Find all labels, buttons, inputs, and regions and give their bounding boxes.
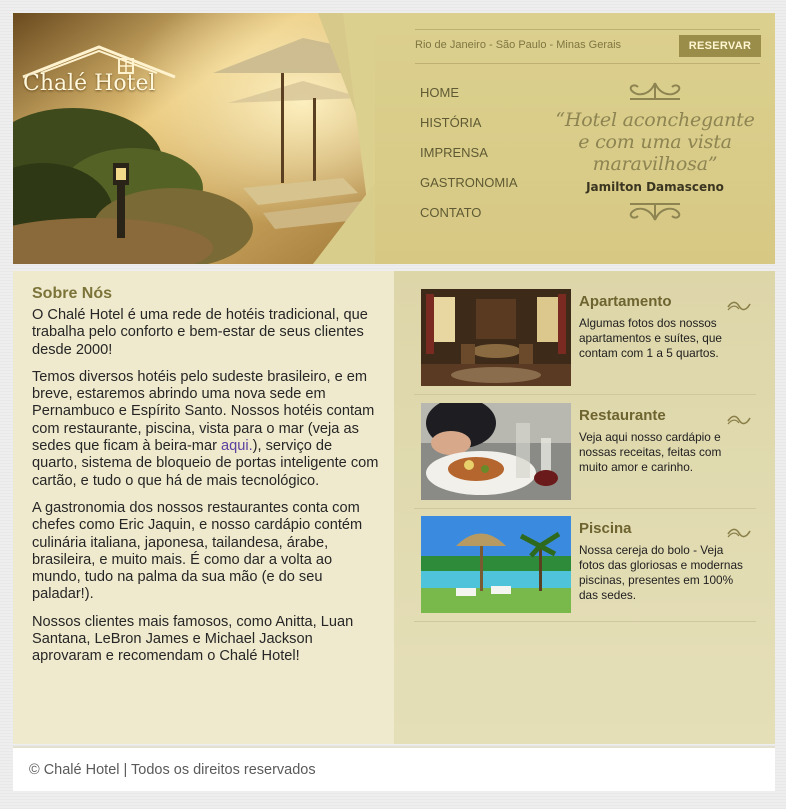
- sea-view-link[interactable]: aqui.: [221, 438, 253, 454]
- apartment-photo[interactable]: [421, 289, 571, 386]
- ornament-top-icon: [629, 82, 681, 100]
- about-paragraph: O Chalé Hotel é uma rede de hotéis tradi…: [32, 307, 368, 358]
- divider: [415, 63, 760, 64]
- divider: [415, 29, 760, 30]
- about-paragraph: Nossos clientes mais famosos, como Anitt…: [32, 613, 354, 665]
- card-apartamento[interactable]: Apartamento Algumas fotos dos nossos apa…: [414, 281, 756, 395]
- card-title[interactable]: Piscina: [579, 520, 632, 537]
- restaurant-photo[interactable]: [421, 403, 571, 500]
- footer: © Chalé Hotel | Todos os direitos reserv…: [13, 746, 775, 791]
- about-section: Sobre Nós O Chalé Hotel é uma rede de ho…: [13, 271, 394, 744]
- quote-line: e com uma vista: [578, 131, 732, 153]
- quote-line: “Hotel aconchegante: [555, 109, 755, 131]
- main-nav: HOME HISTÓRIA IMPRENSA GASTRONOMIA CONTA…: [420, 85, 518, 235]
- card-piscina[interactable]: Piscina Nossa cereja do bolo - Veja foto…: [414, 508, 756, 622]
- pool-photo[interactable]: [421, 516, 571, 613]
- hero-image: Chalé Hotel: [13, 13, 375, 264]
- card-description: Veja aqui nosso cardápio e nossas receit…: [579, 430, 722, 474]
- wave-ornament-icon: [727, 301, 751, 311]
- main-content: Sobre Nós O Chalé Hotel é uma rede de ho…: [13, 271, 775, 744]
- reserve-button[interactable]: RESERVAR: [679, 35, 761, 57]
- card-restaurante[interactable]: Restaurante Veja aqui nosso cardápio e n…: [414, 395, 756, 509]
- about-paragraph: Temos diversos hotéis pelo sudeste brasi…: [32, 369, 380, 490]
- header: Chalé Hotel Rio de Janeiro - São Paulo -…: [13, 13, 775, 264]
- nav-item-gastronomia[interactable]: GASTRONOMIA: [420, 175, 518, 205]
- footer-text: © Chalé Hotel | Todos os direitos reserv…: [29, 762, 316, 778]
- cities-text: Rio de Janeiro - São Paulo - Minas Gerai…: [415, 39, 622, 51]
- nav-item-historia[interactable]: HISTÓRIA: [420, 115, 518, 145]
- nav-item-imprensa[interactable]: IMPRENSA: [420, 145, 518, 175]
- card-description: Nossa cereja do bolo - Veja fotos das gl…: [579, 543, 743, 602]
- about-paragraph: A gastronomia dos nossos restaurantes co…: [32, 499, 363, 603]
- logo-text[interactable]: Chalé Hotel: [23, 71, 156, 96]
- wave-ornament-icon: [727, 415, 751, 425]
- card-description: Algumas fotos dos nossos apartamentos e …: [579, 316, 722, 360]
- quote-author: Jamilton Damasceno: [586, 180, 724, 194]
- ornament-bottom-icon: [629, 203, 681, 221]
- nav-item-home[interactable]: HOME: [420, 85, 518, 115]
- nav-item-contato[interactable]: CONTATO: [420, 205, 518, 235]
- features-sidebar: Apartamento Algumas fotos dos nossos apa…: [394, 271, 775, 744]
- quote-line: maravilhosa”: [592, 153, 718, 175]
- wave-ornament-icon: [727, 528, 751, 538]
- header-panel: Rio de Janeiro - São Paulo - Minas Gerai…: [375, 13, 775, 264]
- card-title[interactable]: Apartamento: [579, 293, 672, 310]
- card-title[interactable]: Restaurante: [579, 407, 666, 424]
- page: Chalé Hotel Rio de Janeiro - São Paulo -…: [13, 13, 775, 791]
- quote-text: “Hotel aconchegante e com uma vista mara…: [535, 109, 775, 175]
- testimonial: “Hotel aconchegante e com uma vista mara…: [535, 79, 775, 249]
- about-title: Sobre Nós: [32, 285, 113, 302]
